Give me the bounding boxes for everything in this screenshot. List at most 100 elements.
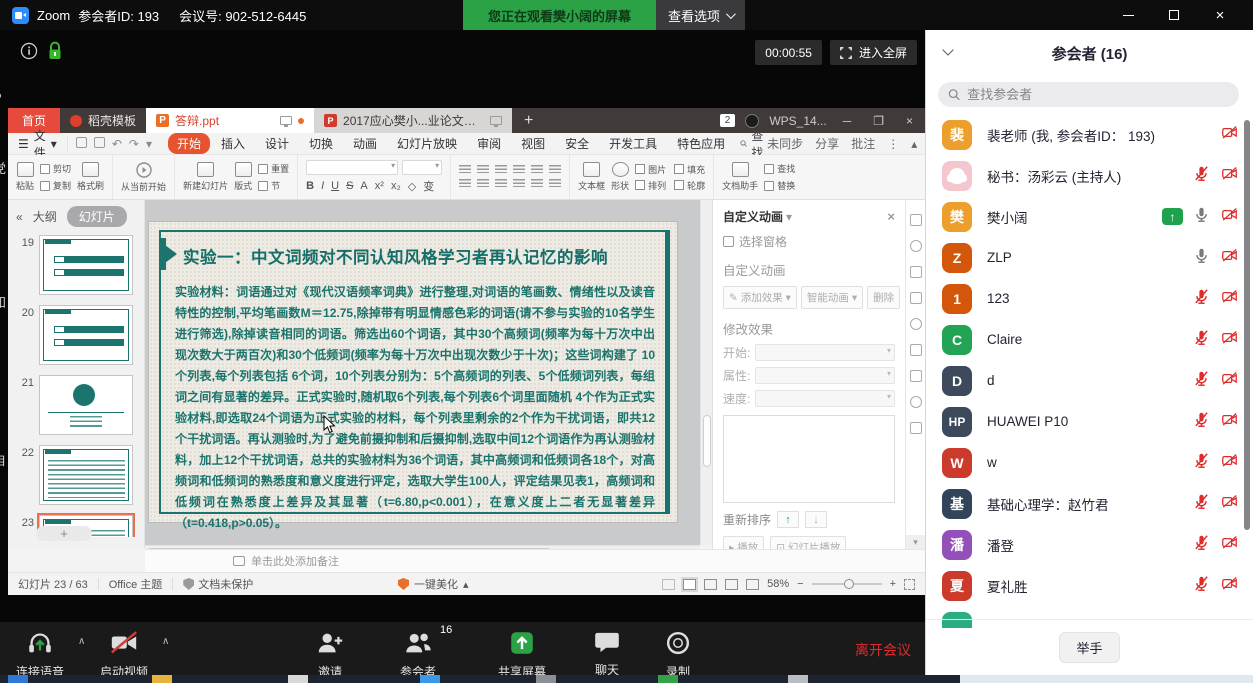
fit-slide-icon[interactable] bbox=[904, 579, 915, 590]
ribbon-tab-安全[interactable]: 安全 bbox=[556, 133, 598, 154]
participant-row[interactable]: HP HUAWEI P10 ↑ bbox=[926, 401, 1253, 442]
sidebar-tool-icon[interactable] bbox=[910, 240, 922, 252]
view-options-button[interactable]: 查看选项 bbox=[656, 0, 745, 30]
columns-icon[interactable] bbox=[549, 165, 561, 175]
video-button[interactable]: 启动视频 bbox=[100, 628, 148, 680]
wps-active-document-tab[interactable]: P 答辩.ppt bbox=[146, 108, 314, 133]
wps-restore-button[interactable]: ❐ bbox=[867, 114, 890, 128]
format-painter-button[interactable]: 格式刷 bbox=[77, 162, 104, 192]
beautify-button[interactable]: 一键美化 ▴ bbox=[398, 576, 469, 592]
windows-taskbar[interactable] bbox=[0, 675, 1253, 683]
slide-thumbnail-22[interactable]: 22 bbox=[8, 440, 144, 510]
zoom-slider[interactable] bbox=[812, 583, 882, 585]
fill-button[interactable]: 填充 bbox=[674, 163, 705, 176]
taskbar-app-icon[interactable] bbox=[658, 675, 678, 683]
notes-bar[interactable]: 单击此处添加备注 bbox=[145, 549, 925, 572]
audio-options-chevron[interactable]: ∧ bbox=[78, 636, 85, 647]
ribbon-right-item[interactable]: 分享 bbox=[815, 135, 839, 152]
font-style-button-◇[interactable]: ◇ bbox=[408, 180, 416, 193]
slides-tab[interactable]: 幻灯片 bbox=[67, 206, 127, 227]
move-down-button[interactable]: ↓ bbox=[805, 511, 827, 528]
participant-row[interactable]: 1 123 ↑ bbox=[926, 278, 1253, 319]
taskbar-app-icon[interactable] bbox=[788, 675, 808, 683]
video-options-chevron[interactable]: ∧ bbox=[162, 636, 169, 647]
align-center-icon[interactable] bbox=[477, 179, 489, 189]
add-slide-button[interactable]: + bbox=[36, 526, 92, 541]
participant-search-box[interactable] bbox=[938, 82, 1239, 107]
collapse-panel-button[interactable]: « bbox=[16, 210, 23, 224]
ribbon-tab-插入[interactable]: 插入 bbox=[212, 133, 254, 154]
cut-button[interactable]: 剪切 bbox=[40, 162, 71, 175]
shape-button[interactable]: 形状 bbox=[611, 162, 629, 192]
sidebar-tool-icon[interactable] bbox=[910, 370, 922, 382]
participant-row[interactable]: W w ↑ bbox=[926, 442, 1253, 483]
redo-icon[interactable]: ↷ bbox=[129, 137, 139, 151]
wps-close-button[interactable]: × bbox=[900, 114, 919, 128]
ribbon-tab-幻灯片放映[interactable]: 幻灯片放映 bbox=[388, 133, 466, 154]
slide-canvas[interactable]: 实验一：中文词频对不同认知风格学习者再认记忆的影响 实验材料：词语通过对《现代汉… bbox=[145, 200, 700, 545]
ribbon-tab-切换[interactable]: 切换 bbox=[300, 133, 342, 154]
invite-button[interactable]: 邀请 bbox=[315, 628, 345, 680]
outline-tab[interactable]: 大纲 bbox=[33, 208, 57, 225]
new-document-tab-button[interactable]: + bbox=[512, 108, 545, 133]
undo-icon[interactable]: ↶ bbox=[112, 137, 122, 151]
wps-pdf-document-tab[interactable]: P 2017应心樊小...业论文）.pdf bbox=[314, 108, 512, 133]
share-button[interactable]: 共享屏幕 bbox=[498, 628, 546, 680]
doc-assistant-button[interactable]: 文档助手 bbox=[722, 162, 758, 192]
sidebar-tool-icon[interactable] bbox=[910, 422, 922, 434]
font-style-button-A[interactable]: A bbox=[360, 180, 367, 192]
zoom-out-button[interactable]: − bbox=[797, 578, 803, 590]
wps-docer-tab[interactable]: 稻壳模板 bbox=[60, 108, 146, 133]
font-style-button-I[interactable]: I bbox=[321, 180, 324, 192]
participant-row[interactable]: C Claire ↑ bbox=[926, 319, 1253, 360]
participant-row[interactable]: 樊 樊小阔 ↑ bbox=[926, 196, 1253, 237]
font-name-select[interactable] bbox=[306, 160, 398, 175]
raise-hand-button[interactable]: 举手 bbox=[1059, 632, 1119, 663]
ribbon-tab-开发工具[interactable]: 开发工具 bbox=[600, 133, 666, 154]
slide-body-text[interactable]: 实验材料：词语通过对《现代汉语频率词典》进行整理,对词语的笔画数、情绪性以及读音… bbox=[175, 282, 655, 534]
effect-dropdown[interactable] bbox=[755, 344, 895, 361]
add-effect-button[interactable]: ✎ 添加效果 ▾ bbox=[723, 286, 797, 309]
play-from-current-button[interactable]: 从当前开始 bbox=[121, 162, 166, 193]
line-spacing-icon[interactable] bbox=[531, 165, 543, 175]
slide-thumbnail-19[interactable]: 19 bbox=[8, 230, 144, 300]
animation-list-box[interactable] bbox=[723, 415, 895, 503]
reading-view-icon[interactable] bbox=[725, 579, 738, 590]
paste-button[interactable]: 粘贴 bbox=[16, 162, 34, 192]
font-style-button-变[interactable]: 变 bbox=[423, 178, 434, 194]
audio-button[interactable]: 连接语音 bbox=[16, 628, 64, 680]
close-button[interactable]: × bbox=[1197, 0, 1243, 30]
effect-dropdown[interactable] bbox=[755, 390, 895, 407]
vertical-scrollbar[interactable] bbox=[700, 200, 712, 545]
participant-row[interactable]: 潘 潘登 ↑ bbox=[926, 524, 1253, 565]
taskbar-app-icon[interactable] bbox=[536, 675, 556, 683]
minimize-button[interactable] bbox=[1105, 0, 1151, 30]
notification-badge[interactable]: 2 bbox=[720, 114, 736, 127]
sidebar-tool-icon[interactable] bbox=[910, 318, 922, 330]
save-icon[interactable] bbox=[76, 137, 87, 148]
slide-thumbnail-20[interactable]: 20 bbox=[8, 300, 144, 370]
justify-icon[interactable] bbox=[513, 179, 525, 189]
ribbon-right-item[interactable]: 未同步 bbox=[767, 135, 803, 152]
slideshow-view-icon[interactable] bbox=[746, 579, 759, 590]
delete-effect-button[interactable]: 删除 bbox=[867, 286, 900, 309]
search-input[interactable] bbox=[967, 87, 1229, 102]
ribbon-tab-视图[interactable]: 视图 bbox=[512, 133, 554, 154]
font-size-select[interactable] bbox=[402, 160, 442, 175]
font-style-button-B[interactable]: B bbox=[306, 180, 314, 192]
participant-row[interactable]: 秘书：汤彩云 (主持人) ↑ bbox=[926, 155, 1253, 196]
slide-page[interactable]: 实验一：中文词频对不同认知风格学习者再认记忆的影响 实验材料：词语通过对《现代汉… bbox=[149, 222, 677, 522]
scrollbar-thumb[interactable] bbox=[703, 415, 711, 467]
participant-row[interactable]: Z ZLP ↑ bbox=[926, 237, 1253, 278]
selection-pane-link[interactable]: 选择窗格 bbox=[723, 233, 895, 250]
taskbar-app-icon[interactable] bbox=[8, 675, 28, 683]
leave-meeting-button[interactable]: 离开会议 bbox=[855, 640, 911, 660]
font-style-button-U[interactable]: U bbox=[331, 180, 339, 192]
sidebar-tool-icon[interactable] bbox=[910, 344, 922, 356]
ribbon-right-item[interactable]: ▴ bbox=[911, 137, 917, 151]
chat-button[interactable]: 聊天 bbox=[593, 628, 621, 678]
reset-button[interactable]: 重置 bbox=[258, 162, 289, 175]
normal-view-icon[interactable] bbox=[662, 579, 675, 590]
replace-button[interactable]: 替换 bbox=[764, 179, 795, 192]
meeting-info-icon[interactable] bbox=[20, 42, 38, 60]
